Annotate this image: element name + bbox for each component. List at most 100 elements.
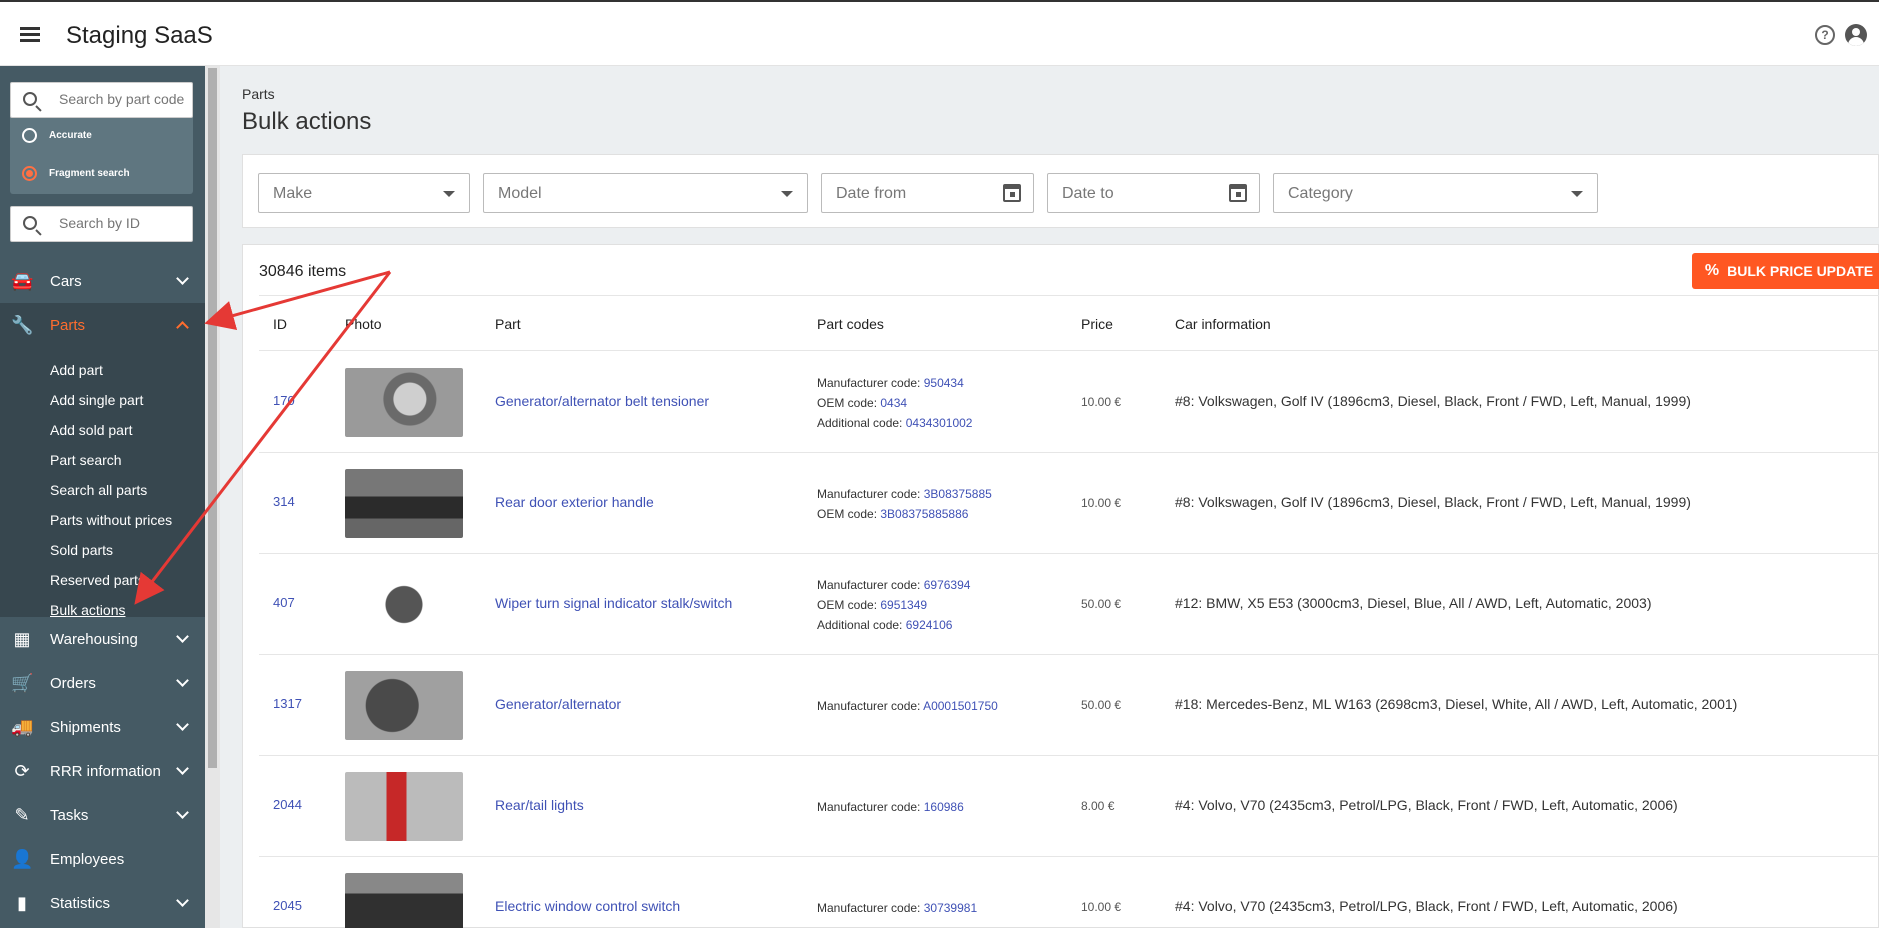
part-code-value[interactable]: 160986	[924, 800, 964, 814]
part-code-value[interactable]: 6951349	[880, 598, 927, 612]
part-photo[interactable]	[345, 368, 463, 437]
column-header-price[interactable]: Price	[1081, 316, 1113, 332]
table-row[interactable]: 2045 Electric window control switch Manufa…	[259, 857, 1879, 928]
part-name-link[interactable]: Generator/alternator	[495, 696, 621, 712]
date-to-field[interactable]: Date to	[1047, 173, 1260, 213]
calendar-icon[interactable]	[1003, 184, 1021, 202]
part-codes: Manufacturer code: 160986	[817, 797, 964, 817]
part-code-value[interactable]: 3B08375885	[924, 487, 992, 501]
id-search[interactable]	[10, 206, 193, 242]
part-id-link[interactable]: 314	[273, 494, 295, 509]
part-code-value[interactable]: 6924106	[906, 618, 953, 632]
account-icon[interactable]	[1845, 24, 1867, 46]
submenu-add-part[interactable]: Add part	[50, 362, 103, 378]
part-code-value[interactable]: A0001501750	[923, 699, 998, 713]
part-code-value[interactable]: 0434301002	[906, 416, 973, 430]
part-id-link[interactable]: 407	[273, 595, 295, 610]
part-name-link[interactable]: Wiper turn signal indicator stalk/switch	[495, 595, 732, 611]
calendar-icon[interactable]	[1229, 184, 1247, 202]
submenu-bulk-actions[interactable]: Bulk actions	[50, 602, 125, 618]
submenu-sold-parts[interactable]: Sold parts	[50, 542, 113, 558]
nav-cars[interactable]: 🚘 Cars	[0, 259, 205, 303]
nav-tasks[interactable]: ✎ Tasks	[0, 793, 205, 837]
part-code-search[interactable]	[10, 82, 193, 118]
category-select[interactable]: Category	[1273, 173, 1598, 213]
part-code-label: Manufacturer code:	[817, 578, 924, 592]
top-bar: Staging SaaS ?	[0, 0, 1879, 66]
table-row[interactable]: 2044 Rear/tail lights Manufacturer code: 1…	[259, 756, 1879, 857]
part-photo[interactable]	[345, 469, 463, 538]
table-row[interactable]: 314 Rear door exterior handle Manufacturer…	[259, 453, 1879, 554]
part-code-value[interactable]: 0434	[880, 396, 907, 410]
nav-rrr-information[interactable]: ⟳ RRR information	[0, 749, 205, 793]
part-price: 8.00 €	[1081, 799, 1115, 813]
part-photo[interactable]	[345, 772, 463, 841]
id-search-input[interactable]	[59, 215, 187, 231]
submenu-parts-without-prices[interactable]: Parts without prices	[50, 512, 172, 528]
submenu-reserved-parts[interactable]: Reserved parts	[50, 572, 145, 588]
part-code-label: Additional code:	[817, 416, 906, 430]
part-codes: Manufacturer code: 3B08375885 OEM code: 3…	[817, 484, 992, 524]
part-code-line: Additional code: 6924106	[817, 615, 970, 635]
car-icon: 🚘	[11, 271, 34, 291]
nav-orders[interactable]: 🛒 Orders	[0, 661, 205, 705]
sidebar-scrollbar[interactable]	[205, 66, 220, 928]
nav-warehousing[interactable]: ▦ Warehousing	[0, 617, 205, 661]
submenu-add-sold-part[interactable]: Add sold part	[50, 422, 133, 438]
part-code-label: Manufacturer code:	[817, 699, 924, 713]
part-search-panel: Accurate Fragment search	[10, 82, 193, 194]
part-code-value[interactable]: 950434	[924, 376, 964, 390]
table-row[interactable]: 170 Generator/alternator belt tensioner Ma…	[259, 352, 1879, 453]
part-code-value[interactable]: 6976394	[924, 578, 971, 592]
part-photo[interactable]	[345, 570, 463, 639]
part-id-link[interactable]: 1317	[273, 696, 302, 711]
nav-statistics[interactable]: ▮ Statistics	[0, 881, 205, 925]
table-row[interactable]: 407 Wiper turn signal indicator stalk/swi…	[259, 554, 1879, 655]
radio-fragment-search[interactable]: Fragment search	[22, 166, 130, 181]
hamburger-menu-icon[interactable]	[16, 20, 44, 48]
dropdown-arrow-icon	[1571, 191, 1583, 197]
submenu-search-all-parts[interactable]: Search all parts	[50, 482, 147, 498]
model-select[interactable]: Model	[483, 173, 808, 213]
nav-parts[interactable]: 🔧 Parts	[0, 303, 205, 347]
part-id-link[interactable]: 170	[273, 393, 295, 408]
part-id-link[interactable]: 2045	[273, 898, 302, 913]
scrollbar-thumb[interactable]	[208, 68, 217, 768]
help-icon[interactable]: ?	[1815, 25, 1835, 45]
part-code-line: OEM code: 0434	[817, 393, 972, 413]
nav-shipments[interactable]: 🚚 Shipments	[0, 705, 205, 749]
warehouse-icon: ▦	[13, 629, 31, 649]
part-code-label: Manufacturer code:	[817, 376, 924, 390]
part-name-link[interactable]: Rear door exterior handle	[495, 494, 654, 510]
part-code-line: OEM code: 6951349	[817, 595, 970, 615]
part-photo[interactable]	[345, 873, 463, 928]
part-code-value[interactable]: 3B08375885886	[880, 507, 968, 521]
nav-employees[interactable]: 👤 Employees	[0, 837, 205, 881]
part-code-value[interactable]: 30739981	[924, 901, 977, 915]
page-title: Bulk actions	[242, 108, 372, 135]
radio-accurate[interactable]: Accurate	[22, 128, 92, 143]
part-code-search-input[interactable]	[59, 91, 187, 107]
table-row[interactable]: 1317 Generator/alternator Manufacturer cod…	[259, 655, 1879, 756]
part-code-line: Additional code: 0434301002	[817, 413, 972, 433]
part-name-link[interactable]: Generator/alternator belt tensioner	[495, 393, 709, 409]
chevron-down-icon	[176, 630, 189, 643]
column-header-id[interactable]: ID	[273, 316, 287, 332]
breadcrumb[interactable]: Parts	[242, 86, 275, 102]
submenu-add-single-part[interactable]: Add single part	[50, 392, 143, 408]
date-from-field[interactable]: Date from	[821, 173, 1034, 213]
column-header-part[interactable]: Part	[495, 316, 521, 332]
date-from-placeholder: Date from	[836, 185, 907, 202]
part-name-link[interactable]: Electric window control switch	[495, 898, 680, 914]
part-id-link[interactable]: 2044	[273, 797, 302, 812]
submenu-part-search[interactable]: Part search	[50, 452, 122, 468]
part-code-label: OEM code:	[817, 507, 881, 521]
make-select[interactable]: Make	[258, 173, 470, 213]
part-photo[interactable]	[345, 671, 463, 740]
part-name-link[interactable]: Rear/tail lights	[495, 797, 584, 813]
cart-icon: 🛒	[11, 673, 34, 693]
bulk-price-update-button[interactable]: % BULK PRICE UPDATE	[1692, 253, 1879, 289]
part-code-line: OEM code: 3B08375885886	[817, 504, 992, 524]
chevron-down-icon	[176, 674, 189, 687]
part-codes: Manufacturer code: A0001501750	[817, 696, 998, 716]
